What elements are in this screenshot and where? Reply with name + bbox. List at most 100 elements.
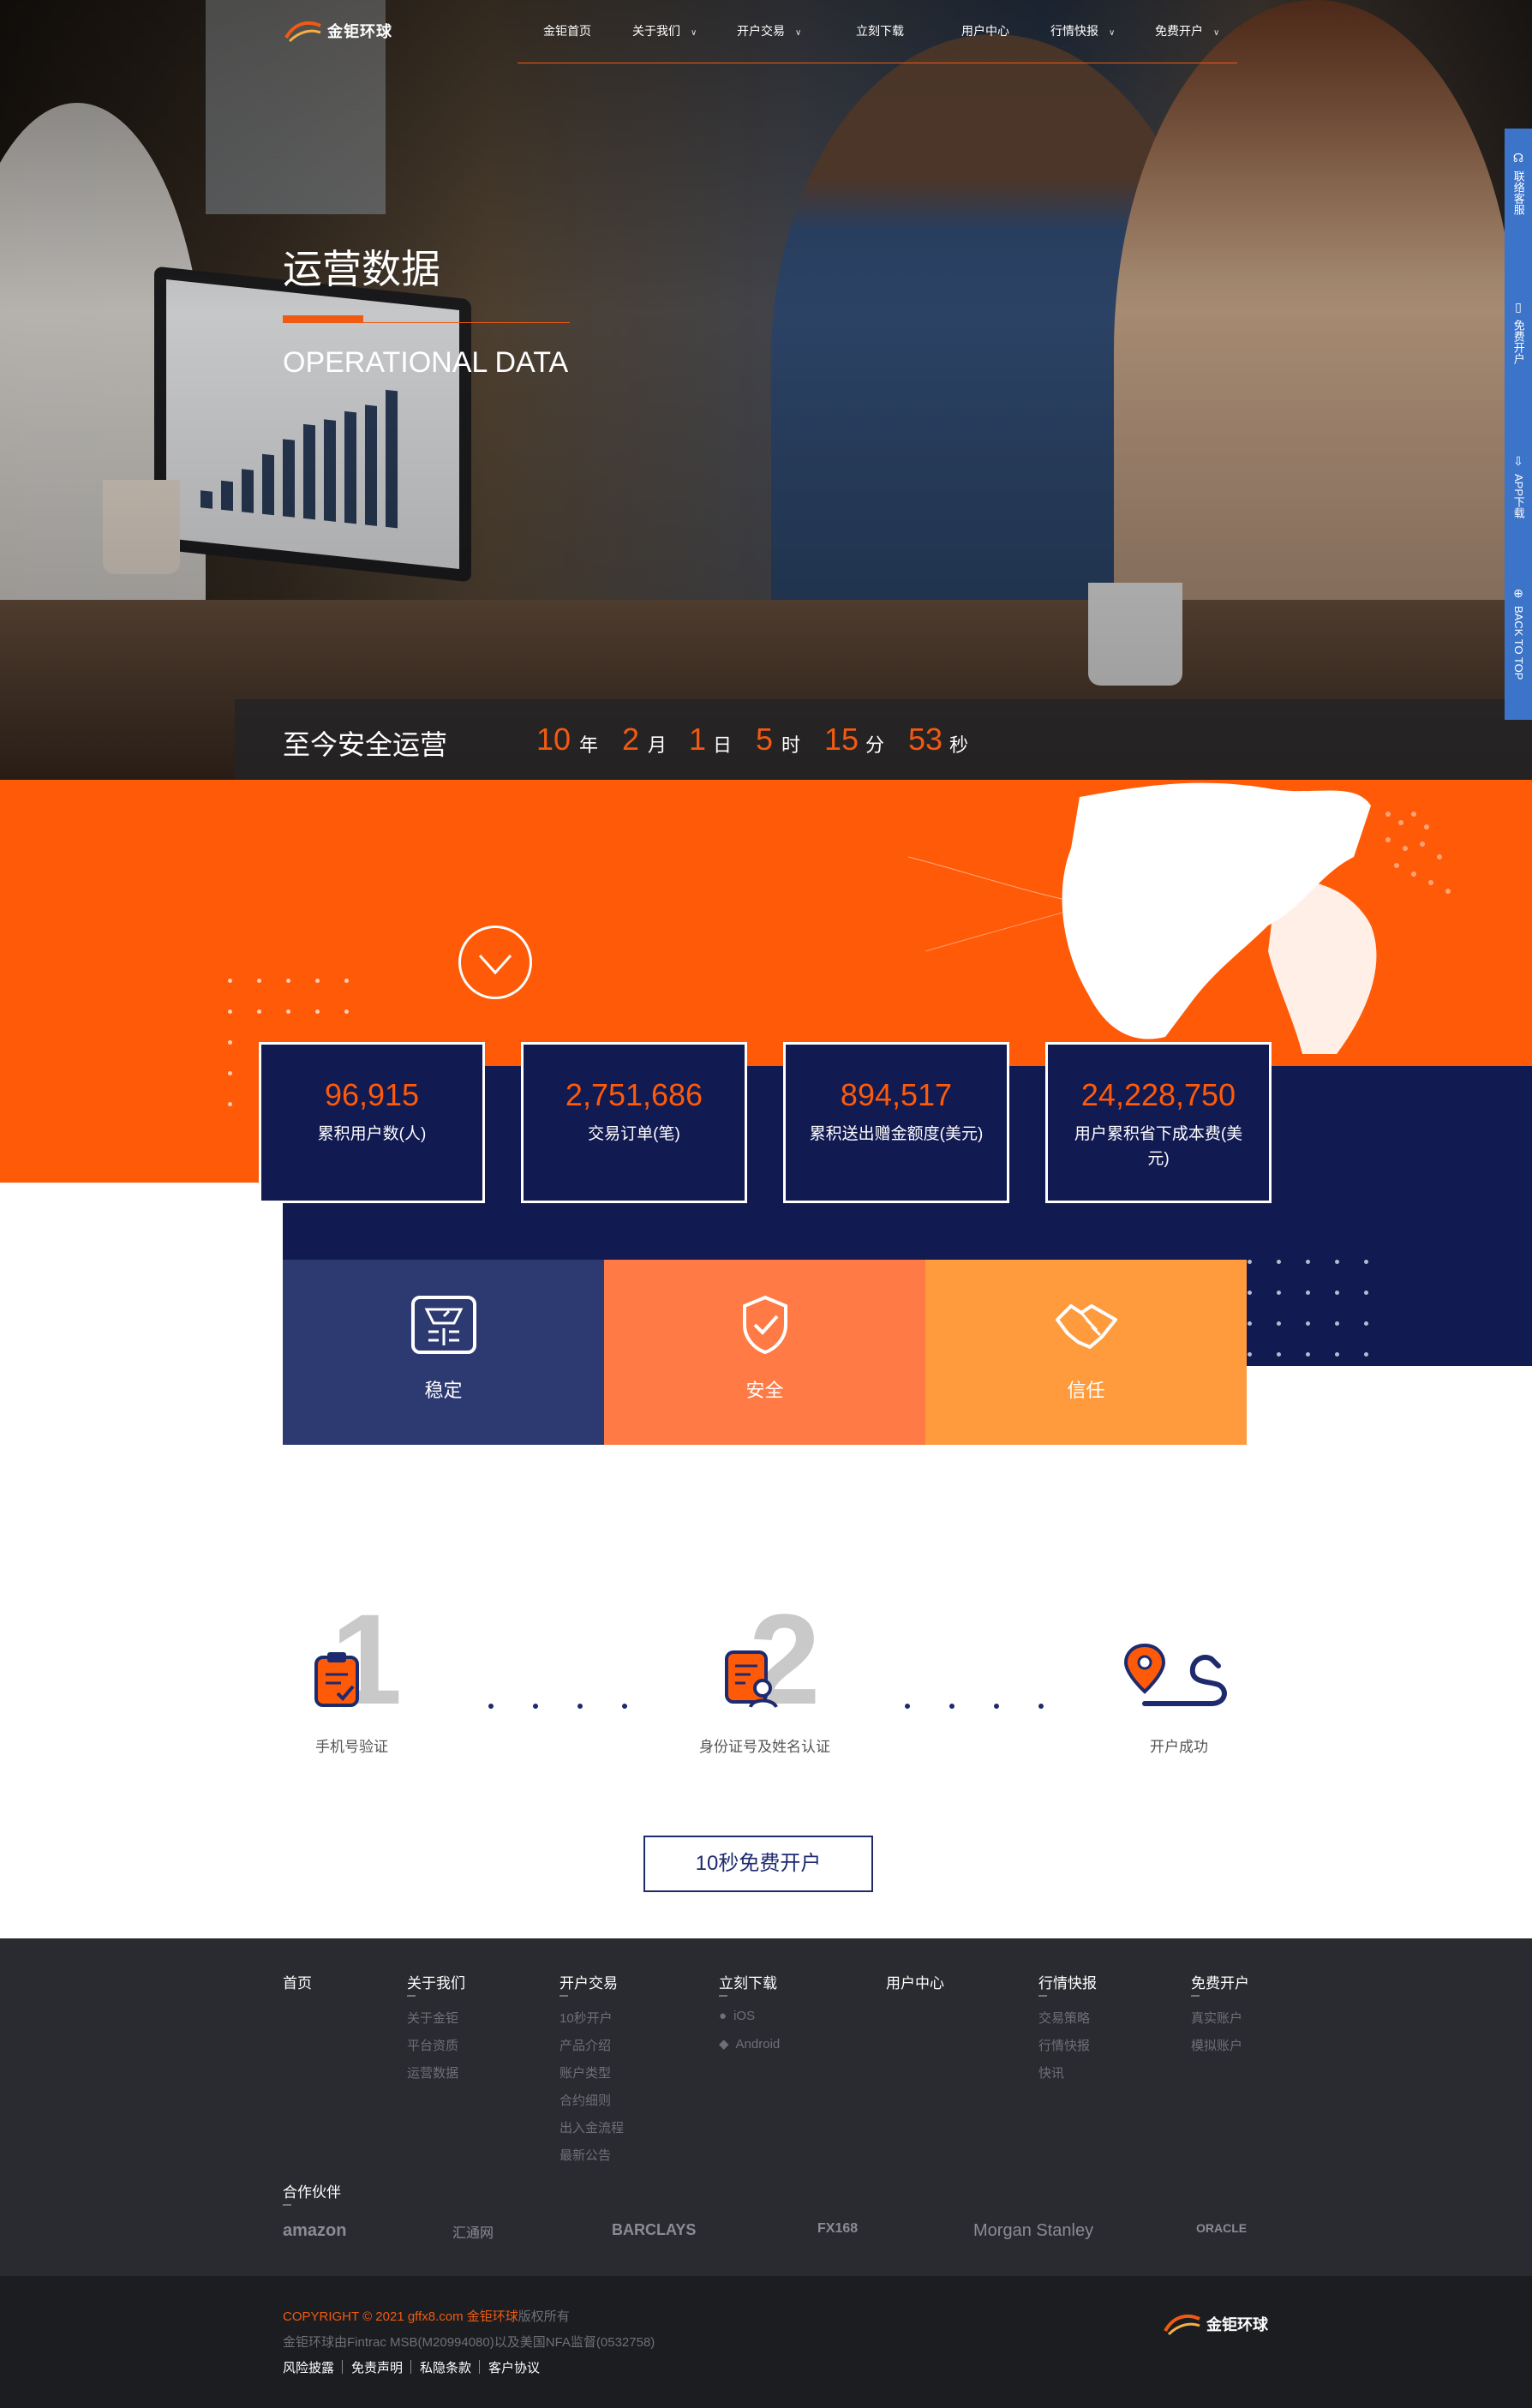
apple-icon: ●	[719, 2009, 727, 2023]
logo-swoosh-icon	[284, 21, 321, 43]
scroll-down-button[interactable]	[458, 925, 532, 999]
footer-link-ios[interactable]: ● iOS	[719, 2009, 755, 2023]
feature-label: 信任	[1067, 1380, 1105, 1401]
uptime-years-unit: 年	[579, 734, 599, 756]
stat-label: 交易订单(笔)	[588, 1125, 680, 1143]
step-label: 身份证号及姓名认证	[699, 1739, 830, 1755]
chevron-down-icon	[478, 954, 512, 975]
chevron-down-icon: ∨	[1109, 28, 1116, 38]
footer-link[interactable]: 出入金流程	[560, 2118, 624, 2136]
stat-card-orders: 2,751,686 交易订单(笔)	[521, 1042, 747, 1203]
link-risk-disclosure[interactable]: 风险披露	[283, 2358, 334, 2376]
footer-link[interactable]: 模拟账户	[1191, 2036, 1242, 2054]
footer-link-android[interactable]: ◆ Android	[719, 2036, 780, 2052]
brand-logo[interactable]: 金钜环球	[283, 17, 392, 45]
footer-link[interactable]: 合约细则	[560, 2091, 611, 2109]
nav-item-trading[interactable]: 开户交易 ∨	[737, 22, 801, 39]
sidebar-item-customer-service[interactable]: ☊ 联络客服	[1505, 151, 1532, 218]
route-pin-icon	[1123, 1643, 1227, 1706]
stat-card-users: 96,915 累积用户数(人)	[259, 1042, 485, 1203]
uptime-seconds: 53	[908, 722, 943, 757]
copyright: COPYRIGHT © 2021 gffx8.com 金钜环球版权所有	[283, 2309, 570, 2324]
free-account-button[interactable]: 10秒免费开户	[643, 1836, 873, 1892]
sidebar-item-app-download[interactable]: ⇩ APP下载	[1505, 454, 1532, 521]
partner-logo-morgan-stanley: Morgan Stanley	[973, 2221, 1094, 2240]
page-title: 运营数据	[283, 247, 440, 291]
footer-link[interactable]: 真实账户	[1191, 2009, 1242, 2027]
footer-link[interactable]: 10秒开户	[560, 2009, 613, 2027]
nav-item-download[interactable]: 立刻下载	[856, 22, 904, 39]
footer-link[interactable]: 产品介绍	[560, 2036, 611, 2054]
uptime-minutes-unit: 分	[865, 734, 885, 756]
partner-logo-amazon: amazon	[283, 2221, 347, 2240]
nav-item-home[interactable]: 金钜首页	[543, 22, 591, 39]
uptime-minutes: 15	[824, 722, 859, 757]
clipboard-check-icon	[314, 1652, 359, 1707]
partners-title: 合作伙伴	[283, 2184, 341, 2201]
headset-icon: ☊	[1512, 151, 1524, 165]
title-accent-bar	[283, 315, 363, 323]
step-label: 开户成功	[1150, 1739, 1208, 1755]
stat-label: 用户累积省下成本费(美元)	[1074, 1125, 1243, 1169]
footer-link[interactable]: 行情快报	[1038, 2036, 1090, 2054]
footer-link[interactable]: 最新公告	[560, 2146, 611, 2164]
footer-link[interactable]: 账户类型	[560, 2064, 611, 2082]
footer-col-about[interactable]: 关于我们	[407, 1971, 465, 1992]
stat-value: 894,517	[840, 1077, 953, 1112]
feature-stable: 稳定	[283, 1260, 604, 1445]
link-disclaimer[interactable]: 免责声明	[351, 2358, 403, 2376]
footer: 首页 关于我们 关于金钜 平台资质 运营数据 开户交易 10秒开户 产品介绍 账…	[0, 1938, 1532, 2276]
link-privacy[interactable]: 私隐条款	[420, 2358, 471, 2376]
shield-check-icon	[742, 1295, 787, 1355]
footer-col-free-account[interactable]: 免费开户	[1191, 1971, 1249, 1992]
nav-item-user-center[interactable]: 用户中心	[961, 22, 1009, 39]
sidebar-item-free-account[interactable]: ▯ 免费开户	[1505, 300, 1532, 367]
feature-label: 稳定	[424, 1380, 463, 1401]
footer-col-home[interactable]: 首页	[283, 1971, 312, 1992]
stat-card-bonus: 894,517 累积送出赠金额度(美元)	[783, 1042, 1009, 1203]
footer-link[interactable]: 运营数据	[407, 2064, 458, 2082]
partner-logo-fx168: FX168	[817, 2221, 859, 2236]
stat-value: 96,915	[324, 1077, 420, 1112]
scale-icon	[410, 1296, 476, 1354]
brand-name: 金钜环球	[1206, 2316, 1268, 2333]
page-subtitle: OPERATIONAL DATA	[283, 346, 569, 379]
hero-banner: 金钜环球 金钜首页 关于我们 ∨ 开户交易 ∨ 立刻下载 用户中心 行情快报 ∨ 免费…	[0, 0, 1532, 780]
chevron-down-icon: ∨	[1213, 28, 1220, 38]
footer-bottom: COPYRIGHT © 2021 gffx8.com 金钜环球版权所有 金钜环球…	[0, 2276, 1532, 2408]
logo-swoosh-icon	[1164, 2315, 1200, 2336]
world-map-graphic	[908, 782, 1451, 1054]
stat-label: 累积用户数(人)	[317, 1125, 427, 1143]
uptime-years: 10	[536, 722, 572, 757]
partner-logo-fx678: 汇通网	[452, 2226, 494, 2241]
footer-col-market[interactable]: 行情快报	[1038, 1971, 1097, 1992]
uptime-hours: 5	[756, 722, 774, 757]
brand-name: 金钜环球	[327, 23, 392, 40]
feature-secure: 安全	[604, 1260, 925, 1445]
main-nav: 金钜首页 关于我们 ∨ 开户交易 ∨ 立刻下载 用户中心 行情快报 ∨ 免费开户 ∨	[518, 0, 1237, 63]
floating-sidebar: ☊ 联络客服 ▯ 免费开户 ⇩ APP下载 ⊕ BACK TO TOP	[1505, 129, 1532, 720]
footer-link[interactable]: 关于金钜	[407, 2009, 458, 2027]
footer-link[interactable]: 交易策略	[1038, 2009, 1090, 2027]
partner-logo-barclays: BARCLAYS	[612, 2221, 697, 2238]
footer-col-trading[interactable]: 开户交易	[560, 1971, 618, 1992]
footer-col-download[interactable]: 立刻下载	[719, 1971, 777, 1992]
sidebar-item-back-to-top[interactable]: ⊕ BACK TO TOP	[1505, 586, 1532, 683]
feature-label: 安全	[745, 1380, 784, 1401]
chevron-down-icon: ∨	[691, 28, 697, 38]
stat-label: 累积送出赠金额度(美元)	[809, 1125, 984, 1143]
footer-link[interactable]: 快讯	[1038, 2064, 1064, 2082]
step-label: 手机号验证	[315, 1739, 388, 1755]
arrow-up-icon: ⊕	[1513, 586, 1523, 600]
stat-value: 2,751,686	[565, 1077, 703, 1112]
footer-link[interactable]: 平台资质	[407, 2036, 458, 2054]
document-icon: ▯	[1515, 300, 1522, 314]
nav-item-about[interactable]: 关于我们 ∨	[632, 22, 697, 39]
nav-item-market-news[interactable]: 行情快报 ∨	[1050, 22, 1115, 39]
uptime-seconds-unit: 秒	[949, 734, 969, 756]
uptime-bar: 至今安全运营 10 年 2 月 1 日 5 时 15 分 53 秒	[235, 699, 1532, 780]
nav-item-free-account[interactable]: 免费开户 ∨	[1155, 22, 1219, 39]
link-client-agreement[interactable]: 客户协议	[488, 2358, 540, 2376]
footer-col-user-center[interactable]: 用户中心	[886, 1971, 944, 1992]
footer-brand-logo[interactable]: 金钜环球	[1162, 2310, 1268, 2338]
